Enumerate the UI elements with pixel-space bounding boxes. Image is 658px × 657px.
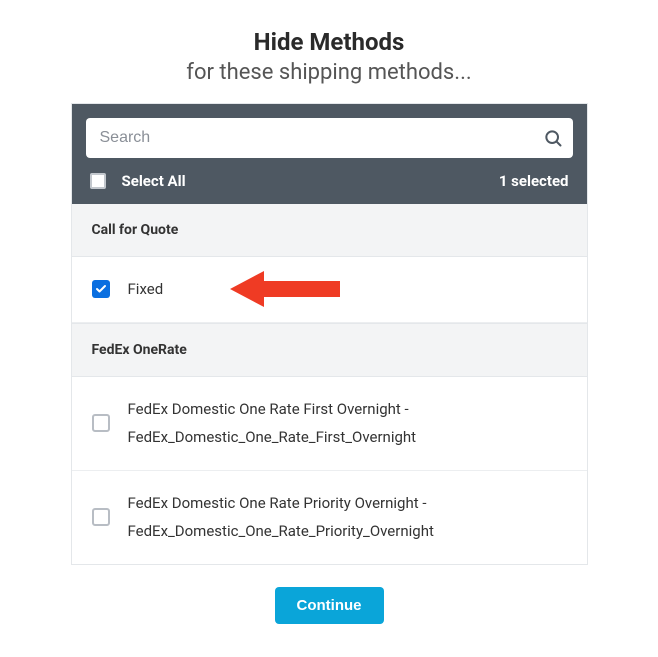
item-label: FedEx Domestic One Rate First Overnight … xyxy=(128,395,567,452)
select-all-label: Select All xyxy=(122,172,499,190)
item-label: Fixed xyxy=(128,275,164,304)
footer: Continue xyxy=(0,565,658,646)
page-subtitle: for these shipping methods... xyxy=(0,60,658,85)
methods-panel: Select All 1 selected Call for Quote Fixe… xyxy=(71,103,588,565)
group-header: Call for Quote xyxy=(72,204,587,257)
page-title: Hide Methods xyxy=(0,28,658,56)
item-checkbox[interactable] xyxy=(92,508,110,526)
selected-count: 1 selected xyxy=(499,172,569,190)
select-all-checkbox[interactable] xyxy=(90,173,106,189)
list-item[interactable]: FedEx Domestic One Rate First Overnight … xyxy=(72,377,587,471)
list-item[interactable]: Fixed xyxy=(72,257,587,323)
list-item[interactable]: FedEx Domestic One Rate Priority Overnig… xyxy=(72,471,587,564)
panel-header: Select All 1 selected xyxy=(72,104,587,204)
search-box xyxy=(86,118,573,158)
search-input[interactable] xyxy=(86,118,573,158)
search-icon xyxy=(543,128,563,148)
pointer-arrow-icon xyxy=(230,267,340,311)
continue-button[interactable]: Continue xyxy=(275,587,384,624)
item-checkbox[interactable] xyxy=(92,414,110,432)
group-header: FedEx OneRate xyxy=(72,323,587,377)
item-checkbox[interactable] xyxy=(92,280,110,298)
select-all-row: Select All 1 selected xyxy=(86,158,573,204)
item-label: FedEx Domestic One Rate Priority Overnig… xyxy=(128,489,567,546)
